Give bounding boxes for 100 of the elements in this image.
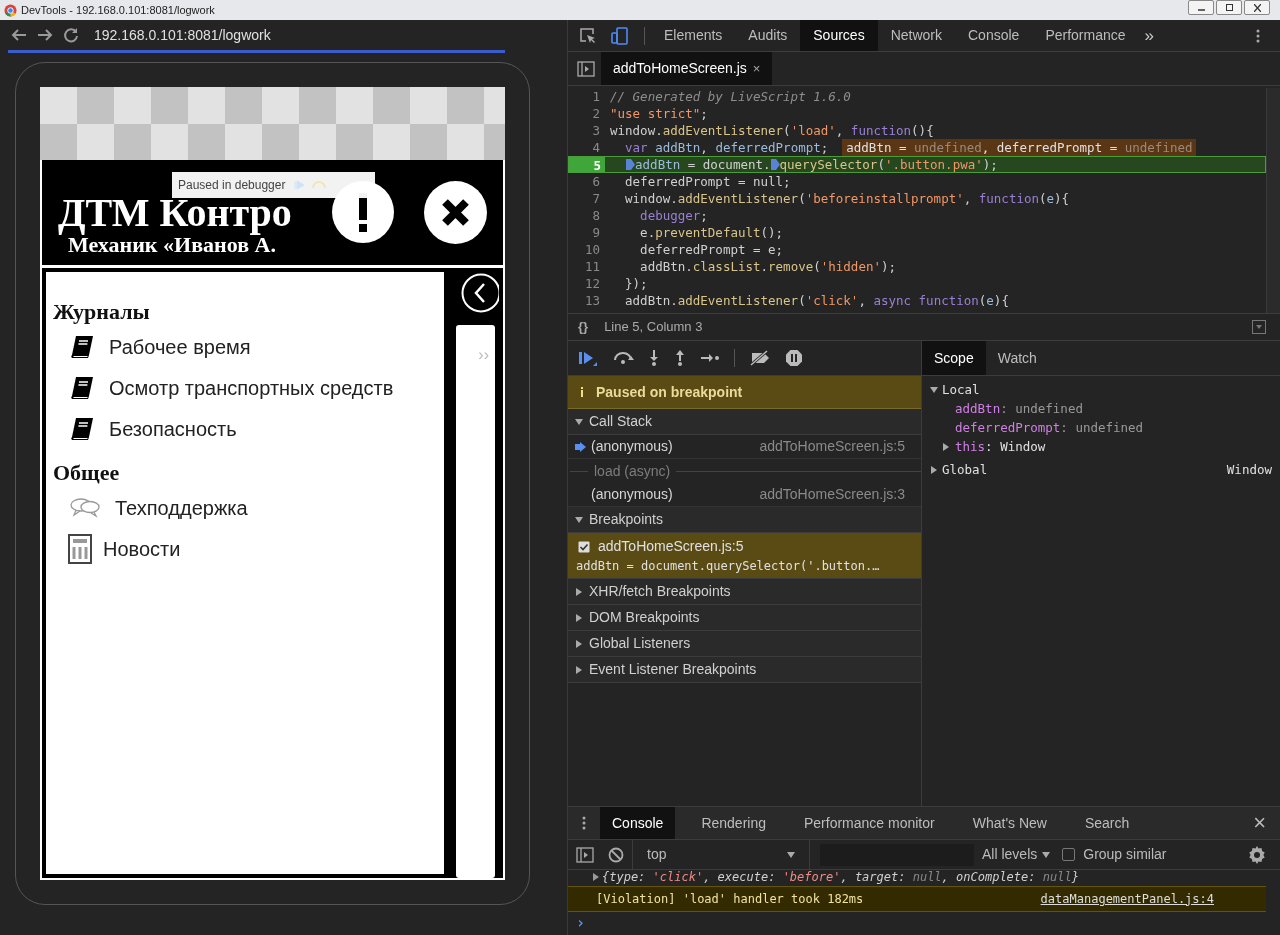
line-number: 7 <box>591 190 601 207</box>
panel-tab[interactable]: Network <box>877 20 955 51</box>
panel-tab[interactable]: Audits <box>735 20 801 51</box>
line-number: 10 <box>583 241 601 258</box>
menu-item[interactable]: Рабочее время <box>53 326 444 367</box>
device-toolbar-icon[interactable] <box>610 26 630 45</box>
drawer-tab[interactable]: Rendering <box>689 807 778 839</box>
call-frame[interactable]: (anonymous) addToHomeScreen.js:5 <box>568 435 921 459</box>
sidebar-tab[interactable]: Scope <box>922 341 986 375</box>
close-button[interactable] <box>424 181 487 244</box>
close-tab-button[interactable]: × <box>752 58 761 79</box>
frame-location[interactable]: addToHomeScreen.js:3 <box>759 484 905 505</box>
info-icon <box>578 386 586 398</box>
drawer-tab[interactable]: What's New <box>960 807 1059 839</box>
cursor-position: Line 5, Column 3 <box>604 318 703 337</box>
file-tab[interactable]: addToHomeScreen.js × <box>601 52 773 85</box>
address-field[interactable]: 192.168.0.101:8081/logwork <box>94 24 271 46</box>
context-selector[interactable]: top <box>632 840 810 869</box>
line-number: 6 <box>591 173 601 190</box>
frame-location[interactable]: addToHomeScreen.js:5 <box>759 436 905 457</box>
drawer-tab[interactable]: Search <box>1072 807 1142 839</box>
line-number: 4 <box>591 139 601 156</box>
panel-tab[interactable]: Elements <box>651 20 736 51</box>
console-prompt[interactable]: › <box>576 912 586 935</box>
navigator-toggle-icon[interactable] <box>577 60 595 77</box>
close-button[interactable] <box>1244 0 1270 15</box>
minimize-button[interactable] <box>1188 0 1214 15</box>
close-drawer-button[interactable]: × <box>1253 812 1266 834</box>
panel-tab[interactable]: Performance <box>1032 20 1139 51</box>
breakpoint-code: addBtn = document.querySelector('.button.… <box>576 558 881 575</box>
section-header[interactable]: Breakpoints <box>568 507 921 533</box>
scope-property[interactable]: this: Window <box>922 437 1280 456</box>
menu-item[interactable]: Новости <box>53 528 444 569</box>
browser-logo-icon <box>4 3 17 17</box>
restore-button[interactable] <box>1216 0 1242 15</box>
code-line: deferredPrompt = e; <box>639 241 784 258</box>
inline-values: addBtn = undefined, deferredPrompt = undefined <box>842 139 1197 156</box>
more-options-icon[interactable] <box>1256 27 1260 44</box>
sidebar-tab[interactable]: Watch <box>985 341 1049 375</box>
code-line: window.addEventListener('beforeinstallprompt', function(e){ <box>624 190 1070 207</box>
resume-icon[interactable] <box>578 349 598 367</box>
menu-item[interactable]: Безопасность <box>53 408 444 449</box>
step-icon[interactable] <box>700 352 720 364</box>
section-header[interactable]: DOM Breakpoints <box>568 605 921 631</box>
line-number: 2 <box>591 105 601 122</box>
deactivate-breakpoints-icon[interactable] <box>749 350 771 366</box>
inspect-icon[interactable] <box>578 26 598 45</box>
pause-on-exceptions-icon[interactable] <box>785 349 803 367</box>
pretty-print-button[interactable]: {} <box>578 317 589 337</box>
line-number: 5 <box>569 157 605 172</box>
levels-dropdown[interactable]: All levels <box>982 844 1051 865</box>
back-button[interactable] <box>461 273 499 313</box>
book-icon <box>69 374 95 401</box>
window-title: DevTools - 192.168.0.101:8081/logwork <box>21 2 215 18</box>
settings-icon[interactable] <box>1248 845 1266 864</box>
section-header[interactable]: Call Stack <box>568 409 921 435</box>
breakpoint-item[interactable]: addToHomeScreen.js:5 addBtn = document.querySelector('.button.… <box>568 533 921 579</box>
source-link[interactable]: dataManagementPanel.js:4 <box>1040 889 1214 908</box>
drawer-tab[interactable]: Console <box>600 807 676 839</box>
checkbox[interactable] <box>578 540 590 553</box>
checkbox[interactable] <box>1062 848 1076 861</box>
more-tabs-button[interactable]: » <box>1144 22 1154 49</box>
line-number: 11 <box>583 258 601 275</box>
line-number: 13 <box>583 292 601 309</box>
checkbox-label: Group similar <box>1083 845 1167 864</box>
code-line: "use strict"; <box>609 105 708 122</box>
step-into-icon[interactable] <box>648 349 660 367</box>
dropdown-caret-icon <box>1042 850 1051 859</box>
scope-property[interactable]: deferredPrompt: undefined <box>922 418 1280 437</box>
console-message: {type: 'click', execute: 'before', target: null, onComplete: null} <box>568 870 1280 884</box>
reload-icon[interactable] <box>62 26 80 44</box>
back-icon[interactable] <box>10 27 28 43</box>
menu-item[interactable]: Осмотр транспортных средств <box>53 367 444 408</box>
scope-property[interactable]: addBtn: undefined <box>922 399 1280 418</box>
code-line: addBtn.classList.remove('hidden'); <box>639 258 897 275</box>
dropdown-caret-icon <box>787 850 795 859</box>
menu-item[interactable]: Техподдержка <box>53 487 444 528</box>
breakpoint-location: addToHomeScreen.js:5 <box>598 537 744 556</box>
panel-tab[interactable]: Sources <box>800 20 878 51</box>
drawer-tab[interactable]: Performance monitor <box>792 807 947 839</box>
section-header[interactable]: XHR/fetch Breakpoints <box>568 579 921 605</box>
line-number: 12 <box>583 275 601 292</box>
restore-icon <box>1225 4 1233 11</box>
async-label: load (async) <box>594 461 671 481</box>
book-icon <box>69 415 95 442</box>
forward-icon[interactable] <box>36 27 54 43</box>
section-header[interactable]: Global Listeners <box>568 631 921 657</box>
step-over-icon[interactable] <box>612 351 634 365</box>
paused-message: Paused on breakpoint <box>596 382 743 402</box>
section-header[interactable]: Event Listener Breakpoints <box>568 657 921 683</box>
panel-tab[interactable]: Console <box>955 20 1033 51</box>
step-out-icon[interactable] <box>674 349 686 367</box>
close-icon <box>1253 3 1261 12</box>
code-line: deferredPrompt = null; <box>624 173 791 190</box>
code-line: e.preventDefault(); <box>639 224 784 241</box>
drawer-toggle-icon[interactable] <box>1252 320 1266 334</box>
scope-row[interactable]: Local <box>922 380 1280 399</box>
sidebar-toggle-icon[interactable] <box>576 846 594 863</box>
scope-row[interactable]: Global Window <box>922 460 1280 479</box>
clear-console-icon[interactable] <box>608 846 624 863</box>
